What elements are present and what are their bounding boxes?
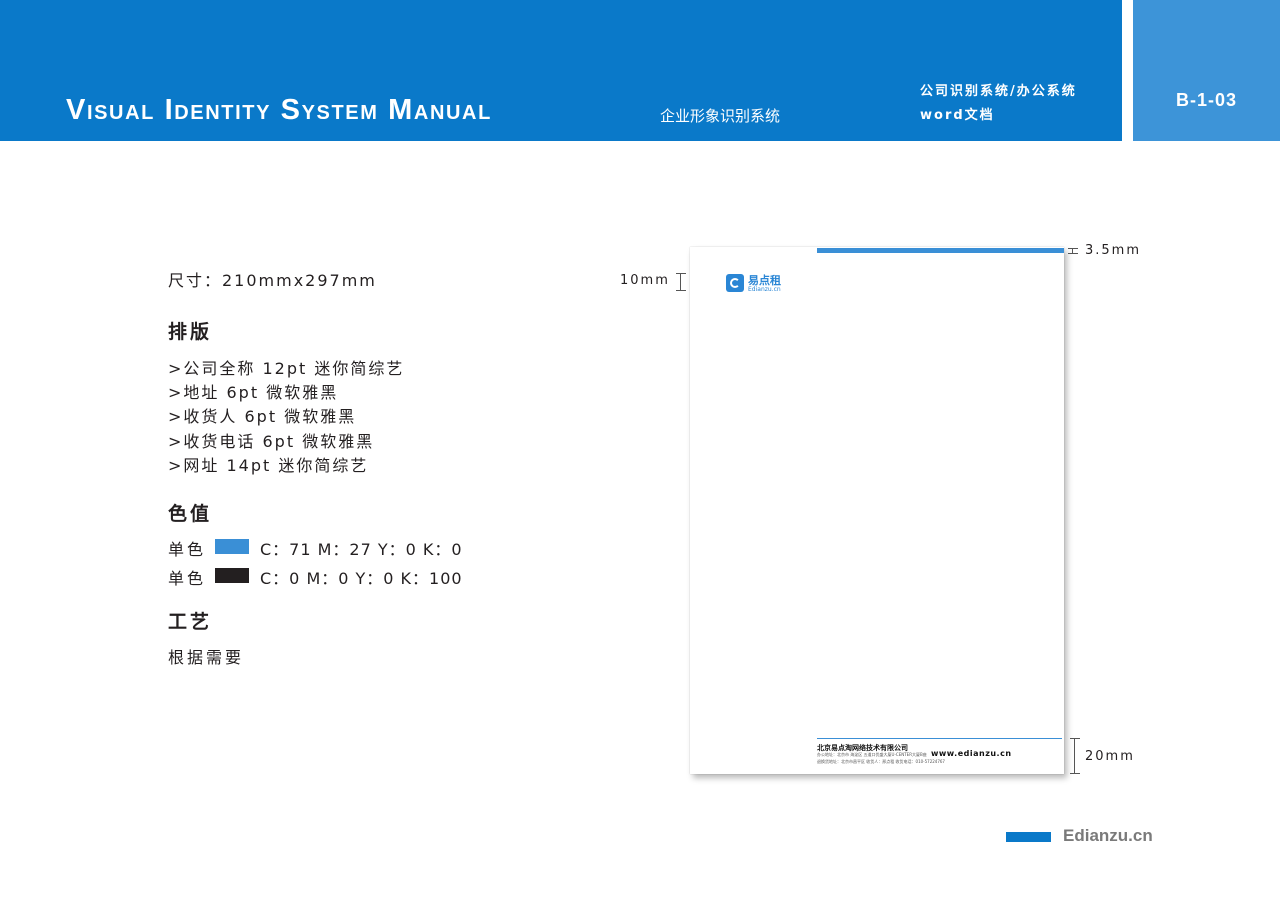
black-swatch xyxy=(215,568,249,583)
brand-bar xyxy=(1006,832,1051,842)
logo-icon xyxy=(726,274,744,292)
manual-title: Visual Identity System Manual xyxy=(66,94,492,126)
category-label: 公司识别系统/办公系统 xyxy=(920,84,1077,99)
footer-dimension-bracket xyxy=(1070,738,1080,774)
margin-dimension-bracket xyxy=(676,273,686,291)
layout-item: >网址 14pt 迷你简综艺 xyxy=(168,456,369,475)
website: www.edianzu.cn xyxy=(931,749,1012,758)
header-band: Visual Identity System Manual 企业形象识别系统 公… xyxy=(0,0,1122,141)
color-heading: 色值 xyxy=(168,503,213,525)
page-code-box: B-1-03 xyxy=(1133,0,1280,141)
color-label: 单色 xyxy=(168,569,207,588)
top-bar-dimension: 3.5mm xyxy=(1085,243,1142,258)
color-value: C：71 M：27 Y：0 K：0 xyxy=(260,540,463,559)
manual-subtitle: 企业形象识别系统 xyxy=(660,107,781,125)
top-accent-bar xyxy=(817,248,1064,253)
address-line: 办公地址：北京市 海淀区 五道口优盛大厦U-CENTER大厦B座 xyxy=(817,752,927,757)
color-label: 单色 xyxy=(168,540,207,559)
top-bar-dimension-bracket xyxy=(1068,248,1078,254)
color-value: C：0 M：0 Y：0 K：100 xyxy=(260,569,463,588)
layout-item: >收货人 6pt 微软雅黑 xyxy=(168,407,357,426)
layout-item: >公司全称 12pt 迷你简综艺 xyxy=(168,359,405,378)
margin-dimension: 10mm xyxy=(620,273,670,288)
footer-dimension: 20mm xyxy=(1085,749,1135,764)
layout-heading: 排版 xyxy=(168,321,213,343)
process-heading: 工艺 xyxy=(168,611,213,633)
size-spec: 尺寸：210mmx297mm xyxy=(168,271,377,290)
brand-text: Edianzu.cn xyxy=(1063,826,1153,845)
footer-rule xyxy=(817,738,1062,739)
layout-item: >地址 6pt 微软雅黑 xyxy=(168,383,339,402)
process-text: 根据需要 xyxy=(168,648,245,667)
logo-subtext: Edianzu.cn xyxy=(748,286,781,293)
address-line: 退换货地址：北京市昌平区 收货人：邢点租 收货电话：010-57224767 xyxy=(817,759,945,764)
subcategory-label: word文档 xyxy=(920,108,995,123)
letterhead-sheet: 易点租 Edianzu.cn 北京易点淘网络技术有限公司 www.edianzu… xyxy=(690,247,1064,774)
layout-item: >收货电话 6pt 微软雅黑 xyxy=(168,432,375,451)
page-code: B-1-03 xyxy=(1175,90,1238,110)
blue-swatch xyxy=(215,539,249,554)
